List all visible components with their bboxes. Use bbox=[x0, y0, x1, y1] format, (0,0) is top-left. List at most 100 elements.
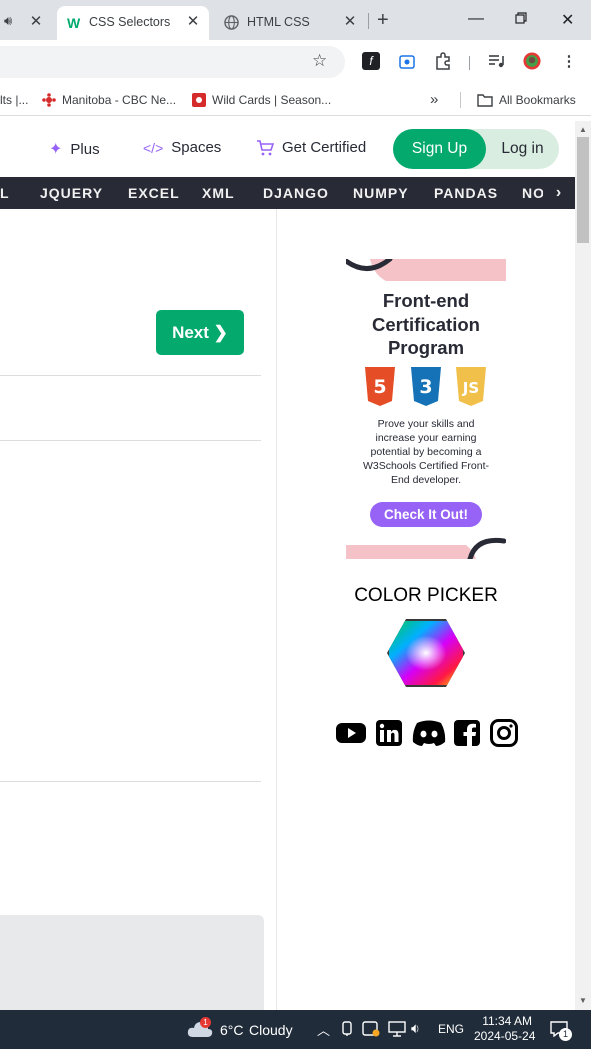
globe-icon bbox=[224, 15, 239, 30]
code-icon: </> bbox=[143, 139, 164, 156]
topic-item[interactable]: JQUERY bbox=[40, 185, 103, 201]
ad-decoration-bottom bbox=[346, 537, 506, 559]
meet-now-icon[interactable] bbox=[340, 1021, 354, 1040]
close-tab-icon[interactable]: ✕ bbox=[185, 12, 201, 30]
tab-title: HTML CSS bbox=[247, 15, 310, 29]
css3-icon: 3 bbox=[411, 367, 441, 406]
check-it-out-button[interactable]: Check It Out! bbox=[370, 502, 482, 527]
topic-nav-next-icon[interactable]: › bbox=[543, 177, 575, 209]
sign-up-button[interactable]: Sign Up bbox=[393, 129, 486, 169]
get-certified-link[interactable]: Get Certified bbox=[256, 139, 366, 156]
speaker-icon[interactable]: 🔊︎ bbox=[4, 13, 12, 29]
cbc-gem-icon bbox=[42, 93, 56, 107]
clock-time: 11:34 AM bbox=[482, 1014, 532, 1028]
log-in-button[interactable]: Log in bbox=[486, 129, 559, 169]
address-bar[interactable]: ☆ bbox=[0, 46, 345, 78]
ad-decoration-top bbox=[346, 259, 506, 281]
topic-item[interactable]: NUMPY bbox=[353, 185, 409, 201]
language-indicator[interactable]: ENG bbox=[438, 1022, 464, 1036]
browser-toolbar: ☆ f ⋮ bbox=[0, 40, 591, 84]
youtube-icon[interactable] bbox=[335, 719, 367, 747]
new-tab-icon[interactable]: + bbox=[377, 9, 389, 32]
get-certified-label: Get Certified bbox=[282, 139, 367, 156]
right-sidebar: Front-end Certification Program 5 3 JS P… bbox=[277, 209, 575, 1010]
site-header: ✦ Plus </> Spaces Get Certified Sign Up … bbox=[0, 121, 575, 177]
css3-badge-label: 3 bbox=[419, 376, 432, 398]
ad-description: Prove your skills and increase your earn… bbox=[362, 418, 490, 486]
close-window-icon[interactable]: ✕ bbox=[561, 10, 574, 30]
media-playlist-icon[interactable] bbox=[488, 52, 506, 70]
scroll-up-icon[interactable]: ▲ bbox=[579, 125, 587, 134]
linkedin-icon[interactable] bbox=[373, 719, 405, 747]
bookmark-label: Manitoba - CBC Ne... bbox=[62, 93, 177, 107]
restore-icon[interactable] bbox=[515, 11, 527, 29]
all-bookmarks[interactable]: All Bookmarks bbox=[477, 93, 576, 107]
color-picker-icon[interactable] bbox=[386, 618, 466, 688]
bookmark-item[interactable]: lts |... bbox=[0, 93, 28, 107]
bookmark-label: lts |... bbox=[0, 93, 29, 107]
close-tab-icon[interactable]: ✕ bbox=[342, 12, 358, 30]
topic-item[interactable]: EXCEL bbox=[128, 185, 180, 201]
cbc-sports-icon bbox=[192, 93, 206, 107]
topic-item[interactable]: DJANGO bbox=[263, 185, 329, 201]
auth-group: Sign Up Log in bbox=[393, 129, 559, 169]
weather-badge: 1 bbox=[200, 1017, 211, 1028]
close-tab-icon[interactable]: ✕ bbox=[28, 12, 44, 30]
temperature: 6°C bbox=[220, 1022, 244, 1038]
ad-title-line: Certification bbox=[372, 313, 480, 335]
scroll-down-icon[interactable]: ▼ bbox=[579, 996, 587, 1005]
w3schools-favicon-icon: W bbox=[67, 15, 81, 31]
profile-avatar-icon[interactable] bbox=[523, 52, 541, 70]
plus-link[interactable]: ✦ Plus bbox=[49, 139, 100, 159]
tab-html-css[interactable]: HTML CSS ✕ bbox=[215, 6, 365, 40]
javascript-badge-label: JS bbox=[462, 379, 479, 397]
facebook-icon[interactable] bbox=[451, 719, 483, 747]
all-bookmarks-label: All Bookmarks bbox=[499, 93, 576, 107]
more-menu-icon[interactable]: ⋮ bbox=[560, 52, 578, 70]
topic-item[interactable]: NO bbox=[522, 185, 545, 201]
html5-badge-label: 5 bbox=[373, 376, 386, 398]
extensions-puzzle-icon[interactable] bbox=[434, 52, 452, 70]
toolbar-separator bbox=[469, 56, 470, 70]
topic-item[interactable]: PANDAS bbox=[434, 185, 498, 201]
bookmark-item[interactable]: Wild Cards | Season... bbox=[192, 93, 331, 107]
topic-nav: L JQUERY EXCEL XML DJANGO NUMPY PANDAS N… bbox=[0, 177, 575, 209]
bookmarks-bar: lts |... Manitoba - CBC Ne... Wild Cards… bbox=[0, 84, 591, 116]
certification-ad[interactable]: Front-end Certification Program 5 3 JS P… bbox=[346, 259, 506, 559]
color-picker-title: COLOR PICKER bbox=[354, 585, 498, 606]
topic-item[interactable]: XML bbox=[202, 185, 235, 201]
clock[interactable]: 11:34 AM 2024-05-24 bbox=[474, 1014, 535, 1044]
tab-css-selectors[interactable]: W CSS Selectors ✕ bbox=[57, 6, 209, 40]
instagram-icon[interactable] bbox=[488, 719, 520, 747]
ad-title-line: Program bbox=[387, 337, 465, 358]
formula-extension-icon[interactable]: f bbox=[362, 52, 380, 70]
screen-capture-icon[interactable] bbox=[398, 53, 416, 71]
scrollbar-thumb[interactable] bbox=[577, 137, 589, 243]
spaces-link[interactable]: </> Spaces bbox=[143, 139, 221, 156]
topic-item[interactable]: L bbox=[0, 185, 10, 201]
next-button[interactable]: Next ❯ bbox=[156, 310, 244, 355]
javascript-icon: JS bbox=[456, 367, 486, 406]
volume-icon[interactable]: 🔉︎ bbox=[411, 1020, 420, 1037]
app-alert-icon[interactable] bbox=[362, 1021, 380, 1040]
page-scrollbar[interactable]: ▲ ▼ bbox=[575, 121, 591, 1010]
show-hidden-icons-icon[interactable]: ︿ bbox=[317, 1020, 330, 1039]
tab-separator bbox=[368, 13, 369, 29]
bookmarks-overflow-icon[interactable]: » bbox=[430, 91, 438, 108]
bookmark-label: Wild Cards | Season... bbox=[212, 93, 332, 107]
discord-icon[interactable] bbox=[411, 719, 447, 747]
overflow-glyph: » bbox=[430, 91, 439, 108]
star-icon[interactable]: ☆ bbox=[312, 51, 327, 71]
divider bbox=[0, 781, 261, 782]
sparkle-icon: ✦ bbox=[49, 141, 63, 158]
folder-icon bbox=[477, 94, 493, 107]
minimize-icon[interactable]: — bbox=[468, 10, 484, 28]
network-icon[interactable] bbox=[388, 1021, 406, 1040]
notifications-icon[interactable]: 1 bbox=[550, 1021, 572, 1041]
divider bbox=[0, 375, 261, 376]
bookmarks-separator bbox=[460, 92, 461, 108]
cart-icon bbox=[257, 139, 274, 155]
bookmark-item[interactable]: Manitoba - CBC Ne... bbox=[42, 93, 176, 107]
ad-title-line: Front-end bbox=[382, 290, 470, 311]
tab-audio[interactable]: 🔊︎ ✕ bbox=[0, 6, 56, 40]
